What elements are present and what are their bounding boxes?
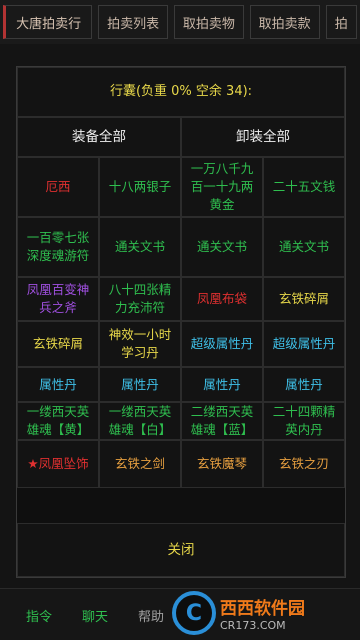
inventory-item[interactable]: 属性丹: [17, 367, 99, 402]
inventory-item[interactable]: ★凤凰坠饰: [17, 440, 99, 488]
inventory-item[interactable]: 通关文书: [99, 217, 181, 277]
inventory-title: 行囊(负重 0% 空余 34):: [17, 67, 345, 117]
inventory-item[interactable]: 超级属性丹: [181, 321, 263, 367]
inventory-item[interactable]: 玄铁之剑: [99, 440, 181, 488]
tab-auction-house[interactable]: 大唐拍卖行: [3, 5, 93, 39]
tab-more[interactable]: 拍: [325, 5, 357, 39]
nav-command[interactable]: 指令: [18, 601, 60, 629]
unequip-all-button[interactable]: 卸装全部: [181, 117, 345, 157]
watermark-title: 西西软件园: [220, 599, 305, 619]
tab-auction-list[interactable]: 拍卖列表: [98, 5, 168, 39]
inventory-item[interactable]: 通关文书: [263, 217, 345, 277]
nav-help[interactable]: 帮助: [130, 601, 172, 629]
inventory-item[interactable]: 二十四颗精英内丹: [263, 402, 345, 440]
equip-all-button[interactable]: 装备全部: [17, 117, 181, 157]
inventory-item[interactable]: 一百零七张深度魂游符: [17, 217, 99, 277]
inventory-item[interactable]: 属性丹: [263, 367, 345, 402]
inventory-item[interactable]: 超级属性丹: [263, 321, 345, 367]
top-tab-bar: 大唐拍卖行 拍卖列表 取拍卖物 取拍卖款 拍: [0, 0, 360, 45]
inventory-item[interactable]: 八十四张精力充沛符: [99, 277, 181, 321]
inventory-modal: 行囊(负重 0% 空余 34): 装备全部 卸装全部 厄西 十八两银子 一万八千九百…: [16, 66, 346, 578]
inventory-item[interactable]: 属性丹: [181, 367, 263, 402]
nav-chat[interactable]: 聊天: [74, 601, 116, 629]
inventory-item[interactable]: 玄铁碎屑: [17, 321, 99, 367]
inventory-item[interactable]: 通关文书: [181, 217, 263, 277]
inventory-item[interactable]: 十八两银子: [99, 157, 181, 217]
watermark-logo-icon: C: [172, 591, 216, 635]
inventory-item[interactable]: 一万八千九百一十九两黄金: [181, 157, 263, 217]
inventory-item[interactable]: 凤凰百变神兵之斧: [17, 277, 99, 321]
watermark-url: CR173.COM: [220, 619, 286, 632]
inventory-item[interactable]: 一缕西天英雄魂【白】: [99, 402, 181, 440]
tab-retrieve-items[interactable]: 取拍卖物: [174, 5, 244, 39]
inventory-item[interactable]: 二缕西天英雄魂【蓝】: [181, 402, 263, 440]
inventory-item[interactable]: 二十五文钱: [263, 157, 345, 217]
inventory-item[interactable]: 玄铁之刃: [263, 440, 345, 488]
inventory-item[interactable]: 神效一小时学习丹: [99, 321, 181, 367]
inventory-item[interactable]: 厄西: [17, 157, 99, 217]
inventory-item[interactable]: 玄铁碎屑: [263, 277, 345, 321]
close-button[interactable]: 关闭: [17, 523, 345, 577]
inventory-item[interactable]: 一缕西天英雄魂【黄】: [17, 402, 99, 440]
tab-retrieve-payment[interactable]: 取拍卖款: [249, 5, 320, 39]
inventory-item[interactable]: 凤凰布袋: [181, 277, 263, 321]
inventory-item[interactable]: 属性丹: [99, 367, 181, 402]
site-watermark: C 西西软件园 CR173.COM: [172, 586, 360, 640]
inventory-item[interactable]: 玄铁魔琴: [181, 440, 263, 488]
